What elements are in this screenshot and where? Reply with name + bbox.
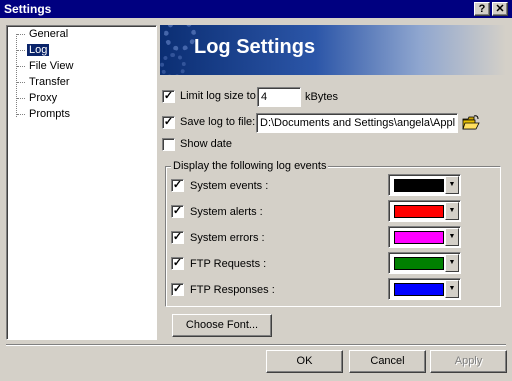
close-icon: ✕ xyxy=(495,3,505,15)
tree-item-file-view[interactable]: File View xyxy=(17,59,75,73)
close-button[interactable]: ✕ xyxy=(492,2,508,16)
cancel-button[interactable]: Cancel xyxy=(349,350,426,373)
system-events-color-picker[interactable]: ▼ xyxy=(388,174,461,196)
check-icon: ✓ xyxy=(163,116,174,128)
tree-item-label: Prompts xyxy=(29,108,70,120)
chevron-down-icon[interactable]: ▼ xyxy=(445,202,459,220)
tree-item-label: File View xyxy=(29,60,74,72)
tree-item-log[interactable]: Log xyxy=(17,43,50,57)
log-events-group-title: Display the following log events xyxy=(171,160,329,173)
ftp-requests-checkbox[interactable]: ✓ xyxy=(171,257,184,270)
ftp-responses-color-picker[interactable]: ▼ xyxy=(388,278,461,300)
ftp-responses-label: FTP Responses : xyxy=(190,284,275,296)
ftp-requests-label: FTP Requests : xyxy=(190,258,267,270)
check-icon: ✓ xyxy=(172,205,183,217)
system-events-label: System events : xyxy=(190,180,269,192)
limit-log-label: Limit log size to xyxy=(180,90,256,102)
gear-icon xyxy=(164,25,196,51)
tree-item-label: Proxy xyxy=(29,92,58,104)
divider xyxy=(6,344,506,346)
color-swatch xyxy=(394,283,444,296)
system-errors-color-picker[interactable]: ▼ xyxy=(388,226,461,248)
system-events-checkbox[interactable]: ✓ xyxy=(171,179,184,192)
save-log-label: Save log to file: xyxy=(180,116,256,128)
color-swatch xyxy=(394,231,444,244)
page-banner: Log Settings xyxy=(160,25,506,75)
chevron-down-icon[interactable]: ▼ xyxy=(445,254,459,272)
ftp-requests-color-picker[interactable]: ▼ xyxy=(388,252,461,274)
choose-font-button[interactable]: Choose Font... xyxy=(172,314,272,337)
log-file-path-input[interactable]: D:\Documents and Settings\angela\Appl xyxy=(256,113,458,133)
check-icon: ✓ xyxy=(172,257,183,269)
color-swatch xyxy=(394,205,444,218)
show-date-label: Show date xyxy=(180,138,232,150)
window-title: Settings xyxy=(4,2,52,16)
help-button[interactable]: ? xyxy=(474,2,490,16)
tree-item-prompts[interactable]: Prompts xyxy=(17,107,72,121)
system-errors-checkbox[interactable]: ✓ xyxy=(171,231,184,244)
limit-log-checkbox[interactable]: ✓ xyxy=(162,90,175,103)
check-icon: ✓ xyxy=(163,90,174,102)
ftp-responses-checkbox[interactable]: ✓ xyxy=(171,283,184,296)
chevron-down-icon[interactable]: ▼ xyxy=(445,176,459,194)
title-bar: Settings ? ✕ xyxy=(0,0,512,19)
system-alerts-checkbox[interactable]: ✓ xyxy=(171,205,184,218)
settings-tree[interactable]: General Log File View Transfer Proxy Pro… xyxy=(6,25,157,340)
page-title: Log Settings xyxy=(194,36,316,58)
log-size-input[interactable]: 4 xyxy=(257,87,301,107)
tree-item-label: General xyxy=(29,28,69,40)
log-size-value: 4 xyxy=(261,91,268,103)
show-date-checkbox[interactable] xyxy=(162,138,175,151)
tree-item-label: Transfer xyxy=(29,76,70,88)
apply-button[interactable]: Apply xyxy=(430,350,507,373)
check-icon: ✓ xyxy=(172,231,183,243)
log-size-unit: kBytes xyxy=(305,91,339,103)
check-icon: ✓ xyxy=(172,179,183,191)
tree-item-proxy[interactable]: Proxy xyxy=(17,91,59,105)
tree-item-label: Log xyxy=(27,44,50,56)
help-icon: ? xyxy=(478,3,486,15)
check-icon: ✓ xyxy=(172,283,183,295)
save-log-checkbox[interactable]: ✓ xyxy=(162,116,175,129)
color-swatch xyxy=(394,257,444,270)
system-alerts-label: System alerts : xyxy=(190,206,263,218)
tree-item-transfer[interactable]: Transfer xyxy=(17,75,72,89)
system-alerts-color-picker[interactable]: ▼ xyxy=(388,200,461,222)
log-file-path-value: D:\Documents and Settings\angela\Appl xyxy=(260,117,456,129)
ok-button[interactable]: OK xyxy=(266,350,343,373)
gear-icon xyxy=(160,53,186,75)
chevron-down-icon[interactable]: ▼ xyxy=(445,228,459,246)
open-folder-icon[interactable] xyxy=(462,115,480,131)
tree-item-general[interactable]: General xyxy=(17,27,70,41)
system-errors-label: System errors : xyxy=(190,232,265,244)
color-swatch xyxy=(394,179,444,192)
chevron-down-icon[interactable]: ▼ xyxy=(445,280,459,298)
